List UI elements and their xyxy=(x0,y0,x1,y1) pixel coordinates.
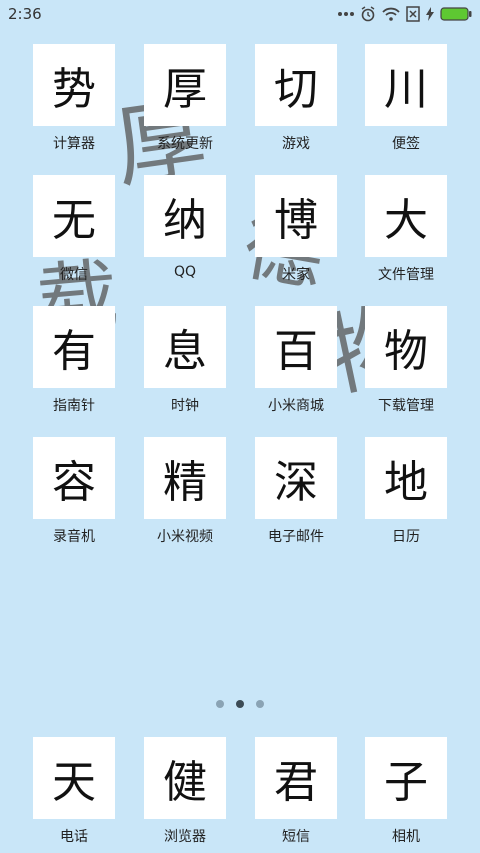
app-calendar[interactable]: 地 日历 xyxy=(365,437,447,546)
app-icon[interactable]: 天 xyxy=(33,737,115,819)
app-label: 电话 xyxy=(60,829,88,845)
app-mi-store[interactable]: 百 小米商城 xyxy=(255,306,337,415)
app-games[interactable]: 切 游戏 xyxy=(255,44,337,153)
app-recorder[interactable]: 容 录音机 xyxy=(33,437,115,546)
app-icon[interactable]: 有 xyxy=(33,306,115,388)
app-wechat[interactable]: 无 微信 xyxy=(33,175,115,284)
app-label: 日历 xyxy=(392,529,420,545)
app-label: 便签 xyxy=(392,136,420,152)
app-label: 录音机 xyxy=(53,529,95,545)
app-icon[interactable]: 川 xyxy=(365,44,447,126)
dock-messages[interactable]: 君 短信 xyxy=(255,737,337,846)
page-dot-active[interactable] xyxy=(236,700,244,708)
app-label: 微信 xyxy=(60,267,88,283)
alarm-icon xyxy=(361,6,375,22)
app-icon[interactable]: 精 xyxy=(144,437,226,519)
app-label: 米家 xyxy=(282,267,310,283)
status-time: 2:36 xyxy=(8,5,42,23)
app-file-manager[interactable]: 大 文件管理 xyxy=(365,175,447,284)
app-calculator[interactable]: 势 计算器 xyxy=(33,44,115,153)
app-icon[interactable]: 容 xyxy=(33,437,115,519)
app-compass[interactable]: 有 指南针 xyxy=(33,306,115,415)
app-mi-home[interactable]: 博 米家 xyxy=(255,175,337,284)
app-icon[interactable]: 地 xyxy=(365,437,447,519)
app-icon[interactable]: 纳 xyxy=(144,175,226,257)
dock-browser[interactable]: 健 浏览器 xyxy=(144,737,226,846)
app-icon[interactable]: 百 xyxy=(255,306,337,388)
app-qq[interactable]: 纳 QQ xyxy=(144,175,226,280)
wifi-icon xyxy=(382,7,400,21)
app-label: 相机 xyxy=(392,829,420,845)
app-icon[interactable]: 健 xyxy=(144,737,226,819)
page-dot[interactable] xyxy=(216,700,224,708)
app-label: 系统更新 xyxy=(157,136,213,152)
charging-bolt-icon xyxy=(426,7,434,21)
app-label: 下载管理 xyxy=(378,398,434,414)
app-label: 浏览器 xyxy=(164,829,206,845)
dock-camera[interactable]: 子 相机 xyxy=(365,737,447,846)
app-icon[interactable]: 无 xyxy=(33,175,115,257)
app-icon[interactable]: 子 xyxy=(365,737,447,819)
app-label: 游戏 xyxy=(282,136,310,152)
app-label: 指南针 xyxy=(53,398,95,414)
battery-icon xyxy=(440,7,472,21)
page-dot[interactable] xyxy=(256,700,264,708)
app-icon[interactable]: 深 xyxy=(255,437,337,519)
status-bar: 2:36 xyxy=(0,0,480,28)
app-icon[interactable]: 息 xyxy=(144,306,226,388)
dock-phone[interactable]: 天 电话 xyxy=(33,737,115,846)
app-icon[interactable]: 厚 xyxy=(144,44,226,126)
app-label: 计算器 xyxy=(53,136,95,152)
app-clock[interactable]: 息 时钟 xyxy=(144,306,226,415)
app-icon[interactable]: 物 xyxy=(365,306,447,388)
app-system-update[interactable]: 厚 系统更新 xyxy=(144,44,226,153)
app-icon[interactable]: 大 xyxy=(365,175,447,257)
app-icon[interactable]: 势 xyxy=(33,44,115,126)
app-mi-video[interactable]: 精 小米视频 xyxy=(144,437,226,546)
app-label: 小米商城 xyxy=(268,398,324,414)
app-label: 小米视频 xyxy=(157,529,213,545)
app-downloads[interactable]: 物 下载管理 xyxy=(365,306,447,415)
app-label: 短信 xyxy=(282,829,310,845)
page-indicator[interactable] xyxy=(0,700,480,708)
app-label: 时钟 xyxy=(171,398,199,414)
app-label: 电子邮件 xyxy=(268,529,324,545)
more-dots-icon xyxy=(338,12,354,16)
app-label: 文件管理 xyxy=(378,267,434,283)
app-icon[interactable]: 博 xyxy=(255,175,337,257)
app-label: QQ xyxy=(173,264,197,280)
app-notes[interactable]: 川 便签 xyxy=(365,44,447,153)
app-icon[interactable]: 切 xyxy=(255,44,337,126)
app-icon[interactable]: 君 xyxy=(255,737,337,819)
no-sim-icon xyxy=(406,6,420,22)
app-email[interactable]: 深 电子邮件 xyxy=(255,437,337,546)
